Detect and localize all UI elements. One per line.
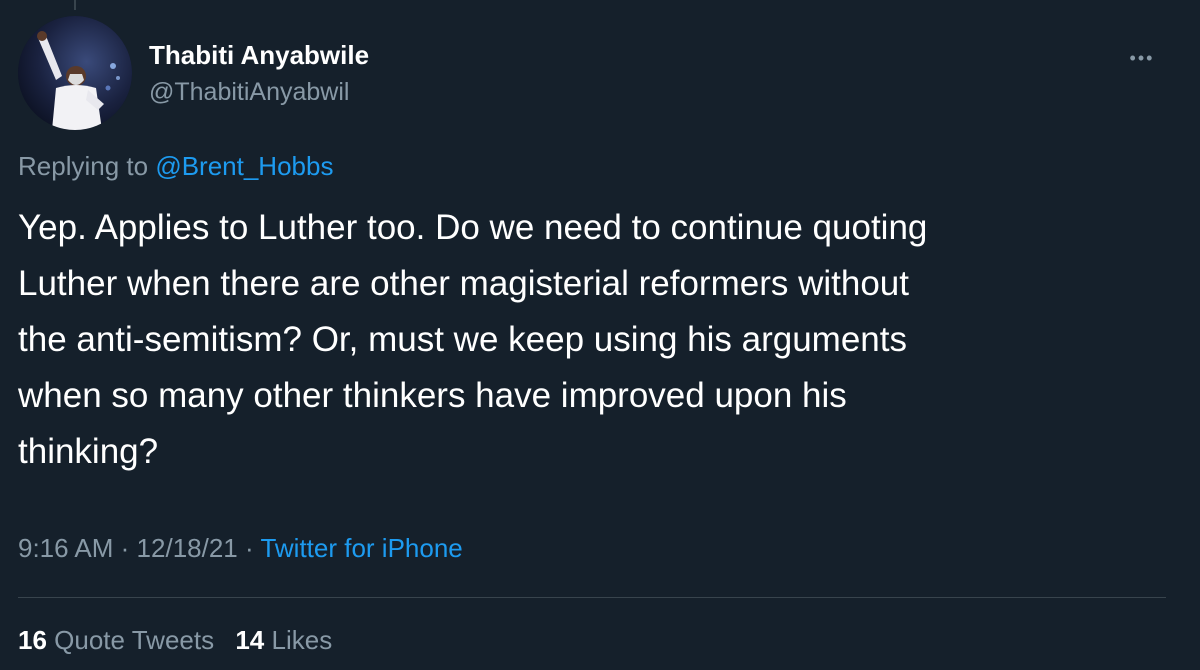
tweet-time[interactable]: 9:16 AM (18, 533, 113, 563)
tweet-metadata: 9:16 AM · 12/18/21 · Twitter for iPhone (18, 530, 463, 566)
ellipsis-icon: ••• (1129, 48, 1155, 68)
tweet-text-line: the anti-semitism? Or, must we keep usin… (18, 320, 907, 359)
divider (18, 597, 1166, 598)
tweet-body: Yep. Applies to Luther too. Do we need t… (18, 200, 1168, 480)
replying-to: Replying to @Brent_Hobbs (18, 150, 333, 182)
quote-tweets-label: Quote Tweets (54, 625, 215, 655)
meta-separator: · (120, 533, 130, 563)
author-names: Thabiti Anyabwile @ThabitiAnyabwil (149, 40, 369, 108)
tweet-text-line: thinking? (18, 432, 159, 471)
avatar-photo (18, 16, 132, 130)
likes-label: Likes (271, 625, 333, 655)
replying-to-label: Replying to (18, 151, 149, 181)
tweet-stats: 16 Quote Tweets 14 Likes (18, 622, 346, 658)
replying-to-mention[interactable]: @Brent_Hobbs (155, 151, 333, 181)
author-handle[interactable]: @ThabitiAnyabwil (149, 76, 369, 108)
tweet-text-line: when so many other thinkers have improve… (18, 376, 847, 415)
tweet-header: Thabiti Anyabwile @ThabitiAnyabwil ••• (18, 14, 1182, 136)
tweet-text-line: Luther when there are other magisterial … (18, 264, 909, 303)
tweet-date[interactable]: 12/18/21 (137, 533, 238, 563)
meta-separator: · (245, 533, 254, 563)
quote-tweets-stat[interactable]: 16 Quote Tweets (18, 625, 221, 655)
more-options-button[interactable]: ••• (1122, 46, 1162, 70)
avatar[interactable] (18, 16, 132, 130)
tweet-source-link[interactable]: Twitter for iPhone (260, 533, 462, 563)
thread-connector-line (74, 0, 76, 10)
quote-tweets-count: 16 (18, 625, 47, 655)
likes-count: 14 (235, 625, 265, 655)
tweet-text-line: Yep. Applies to Luther too. Do we need t… (18, 208, 928, 247)
likes-stat[interactable]: 14 Likes (235, 625, 332, 655)
author-display-name[interactable]: Thabiti Anyabwile (149, 40, 369, 70)
